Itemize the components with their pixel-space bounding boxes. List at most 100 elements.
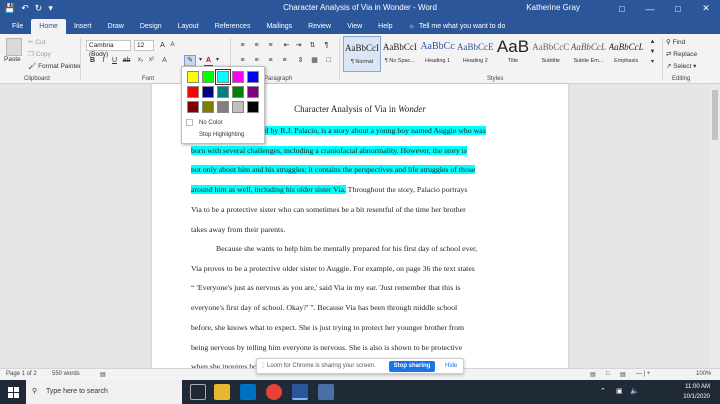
font-color-button[interactable]: A: [204, 56, 213, 65]
color-swatch-gray-25[interactable]: [232, 101, 244, 113]
stop-sharing-button[interactable]: Stop sharing: [389, 361, 435, 372]
color-swatch-teal[interactable]: [217, 86, 229, 98]
style-subtitle[interactable]: AaBbCcC Subtitle: [532, 36, 570, 72]
font-color-dropdown-arrow[interactable]: ▾: [213, 56, 222, 65]
tab-review[interactable]: Review: [300, 19, 339, 34]
file-explorer-icon[interactable]: [214, 384, 230, 400]
clock[interactable]: 11:00 AM 10/1/2020: [683, 382, 710, 402]
chrome-icon[interactable]: [266, 384, 282, 400]
proofing-icon[interactable]: ▤: [100, 371, 106, 378]
grow-font-icon[interactable]: A: [158, 41, 167, 50]
ribbon-display-icon[interactable]: □: [608, 0, 636, 17]
underline-button[interactable]: U: [110, 56, 119, 65]
align-left-icon[interactable]: ≡: [238, 56, 247, 65]
tab-view[interactable]: View: [339, 19, 370, 34]
color-swatch-turquoise[interactable]: [215, 69, 231, 85]
maximize-icon[interactable]: □: [664, 0, 692, 17]
color-swatch-red[interactable]: [187, 86, 199, 98]
hide-link[interactable]: Hide: [445, 363, 457, 369]
user-name[interactable]: Katherine Gray: [526, 3, 580, 12]
color-swatch-dark-yellow[interactable]: [202, 101, 214, 113]
bullets-icon[interactable]: ≡: [238, 41, 247, 50]
no-color-option[interactable]: No Color: [186, 119, 223, 126]
print-layout-icon[interactable]: □: [606, 371, 610, 377]
taskbar-search-box[interactable]: ⚲ Type here to search: [26, 380, 182, 404]
network-icon[interactable]: ▣: [616, 387, 623, 395]
cut-button[interactable]: ✂ Cut: [28, 38, 45, 46]
color-swatch-dark-red[interactable]: [187, 101, 199, 113]
font-size-dropdown[interactable]: 12: [134, 40, 154, 51]
task-view-icon[interactable]: [190, 384, 206, 400]
format-painter-button[interactable]: 🖌 Format Painter: [28, 62, 81, 70]
bold-button[interactable]: B: [88, 56, 97, 65]
close-icon[interactable]: ✕: [692, 0, 720, 17]
justify-icon[interactable]: ≡: [280, 56, 289, 65]
superscript-button[interactable]: x²: [147, 56, 156, 65]
borders-icon[interactable]: □: [324, 56, 333, 65]
stop-highlighting-option[interactable]: Stop Highlighting: [186, 132, 244, 138]
color-swatch-yellow[interactable]: [187, 71, 199, 83]
tab-design[interactable]: Design: [132, 19, 170, 34]
minimize-icon[interactable]: —: [636, 0, 664, 17]
drag-handle-icon[interactable]: ⋮: [260, 362, 266, 369]
align-center-icon[interactable]: ≡: [252, 56, 261, 65]
decrease-indent-icon[interactable]: ⇤: [282, 41, 291, 50]
align-right-icon[interactable]: ≡: [266, 56, 275, 65]
style-normal[interactable]: AaBbCcI ¶ Normal: [343, 36, 381, 72]
styles-scroll-up-icon[interactable]: ▲: [648, 38, 657, 47]
find-button[interactable]: ⚲ Find: [666, 38, 685, 46]
paste-button[interactable]: Paste: [4, 56, 21, 63]
scrollbar-thumb[interactable]: [712, 90, 718, 140]
word-count[interactable]: 550 words: [52, 371, 80, 377]
italic-button[interactable]: I: [99, 56, 108, 65]
tab-draw[interactable]: Draw: [99, 19, 131, 34]
styles-more-icon[interactable]: ▾: [648, 58, 657, 67]
show-marks-icon[interactable]: ¶: [322, 41, 331, 50]
color-swatch-violet[interactable]: [247, 86, 259, 98]
multilevel-list-icon[interactable]: ≡: [266, 41, 275, 50]
tab-home[interactable]: Home: [31, 19, 66, 34]
tab-layout[interactable]: Layout: [170, 19, 207, 34]
read-mode-icon[interactable]: ▤: [590, 371, 596, 378]
tab-insert[interactable]: Insert: [66, 19, 100, 34]
style-no-spacing[interactable]: AaBbCcI ¶ No Spac...: [381, 36, 419, 72]
select-button[interactable]: ↗ Select ▾: [666, 62, 696, 70]
tray-arrow-icon[interactable]: ⌃: [600, 387, 606, 395]
app-icon[interactable]: [318, 384, 334, 400]
font-name-dropdown[interactable]: Cambria (Body): [86, 40, 131, 58]
subscript-button[interactable]: x₂: [136, 56, 145, 65]
styles-scroll-down-icon[interactable]: ▼: [648, 48, 657, 57]
style-heading-2[interactable]: AaBbCcE Heading 2: [456, 36, 494, 72]
vertical-scrollbar[interactable]: [710, 84, 720, 368]
tab-file[interactable]: File: [4, 19, 31, 34]
tab-help[interactable]: Help: [370, 19, 400, 34]
increase-indent-icon[interactable]: ⇥: [294, 41, 303, 50]
zoom-level[interactable]: 100%: [696, 371, 711, 377]
text-effects-icon[interactable]: A: [160, 56, 169, 65]
color-swatch-dark-blue[interactable]: [202, 86, 214, 98]
shrink-font-icon[interactable]: A: [168, 41, 177, 50]
replace-button[interactable]: ⇄ Replace: [666, 50, 697, 58]
tab-references[interactable]: References: [207, 19, 259, 34]
color-swatch-green[interactable]: [232, 86, 244, 98]
volume-icon[interactable]: 🔈: [630, 387, 639, 395]
tab-mailings[interactable]: Mailings: [258, 19, 300, 34]
copy-button[interactable]: ❐ Copy: [28, 50, 51, 58]
style-emphasis[interactable]: AaBbCcL Emphasis: [607, 36, 645, 72]
page-count[interactable]: Page 1 of 2: [6, 371, 37, 377]
windows-start-icon[interactable]: [0, 380, 26, 404]
color-swatch-bright-green[interactable]: [202, 71, 214, 83]
web-layout-icon[interactable]: ▤: [620, 371, 626, 378]
strikethrough-button[interactable]: ab: [122, 56, 131, 65]
sort-icon[interactable]: ⇅: [308, 41, 317, 50]
style-subtle-emphasis[interactable]: AaBbCcL Subtle Em...: [570, 36, 608, 72]
color-swatch-pink[interactable]: [232, 71, 244, 83]
outlook-icon[interactable]: [240, 384, 256, 400]
shading-icon[interactable]: ▦: [310, 56, 319, 65]
color-swatch-black[interactable]: [247, 101, 259, 113]
line-spacing-icon[interactable]: ⇕: [296, 56, 305, 65]
tell-me-box[interactable]: ☼ Tell me what you want to do: [401, 19, 506, 34]
numbering-icon[interactable]: ≡: [252, 41, 261, 50]
color-swatch-blue[interactable]: [247, 71, 259, 83]
zoom-slider[interactable]: — | +: [636, 371, 650, 377]
